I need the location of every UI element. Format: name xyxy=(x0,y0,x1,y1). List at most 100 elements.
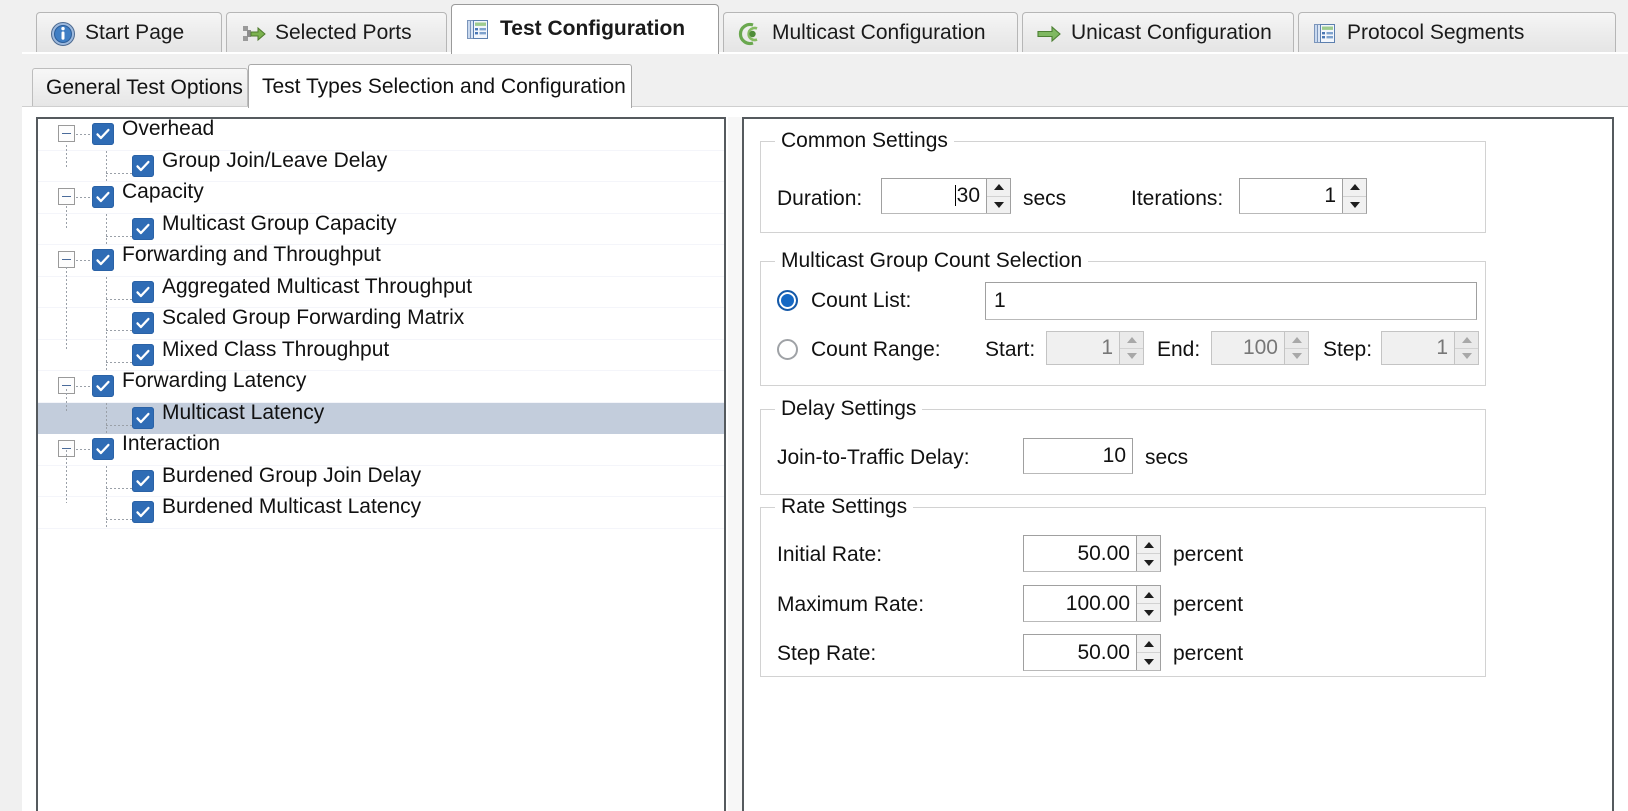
iterations-spinner-up[interactable] xyxy=(1343,179,1366,196)
test-types-tree[interactable]: Overhead Group Join/Leave Delay Capacity Mu… xyxy=(36,117,726,811)
step-rate-spinner-up[interactable] xyxy=(1137,635,1160,652)
duration-spinner[interactable] xyxy=(986,179,1010,213)
tree-connector xyxy=(76,197,90,198)
tree-node-label: Burdened Multicast Latency xyxy=(162,495,422,518)
check-icon xyxy=(136,223,150,234)
panel-splitter[interactable] xyxy=(728,117,742,811)
tree-node-label: Overhead xyxy=(122,117,215,140)
tree-node-label: Multicast Latency xyxy=(162,400,325,424)
tab-test-configuration[interactable]: Test Configuration xyxy=(451,4,719,54)
tree-node-checkbox[interactable] xyxy=(132,217,154,240)
count-list-input[interactable]: 1 xyxy=(985,282,1477,320)
maximum-rate-spinner-up[interactable] xyxy=(1137,586,1160,603)
tree-node-checkbox[interactable] xyxy=(132,154,154,177)
tree-node[interactable]: Multicast Latency xyxy=(38,400,724,434)
collapse-toggle-icon[interactable] xyxy=(58,251,75,268)
step-count-spinner-down[interactable] xyxy=(1455,347,1478,365)
tree-node-checkbox[interactable] xyxy=(92,249,114,271)
step-count-spinner[interactable] xyxy=(1454,332,1478,364)
end-spinner-down[interactable] xyxy=(1285,347,1308,365)
count-list-radio[interactable] xyxy=(777,290,798,311)
arrow-down-icon xyxy=(1349,201,1360,208)
tree-node[interactable]: Burdened Multicast Latency xyxy=(38,495,724,529)
tree-node-checkbox[interactable] xyxy=(92,375,114,397)
tab-unicast-configuration[interactable]: Unicast Configuration xyxy=(1022,12,1294,54)
tree-node[interactable]: Interaction xyxy=(38,432,724,466)
tree-node-checkbox[interactable] xyxy=(132,469,154,492)
tree-node-checkbox[interactable] xyxy=(92,438,114,460)
iterations-spinner[interactable] xyxy=(1342,179,1366,213)
check-icon xyxy=(96,191,110,203)
duration-spinner-down[interactable] xyxy=(987,195,1010,214)
subtab-general-test-options[interactable]: General Test Options xyxy=(32,68,248,106)
tree-node[interactable]: Forwarding Latency xyxy=(38,370,724,403)
tree-node[interactable]: Multicast Group Capacity xyxy=(38,213,724,245)
tree-node-checkbox[interactable] xyxy=(132,280,154,303)
step-count-spinner-up[interactable] xyxy=(1455,332,1478,348)
maximum-rate-spinner-down[interactable] xyxy=(1137,603,1160,621)
duration-label: Duration: xyxy=(777,187,863,210)
initial-rate-input[interactable]: 50.00 xyxy=(1023,535,1161,572)
initial-rate-value: 50.00 xyxy=(1077,541,1130,565)
tree-node-checkbox[interactable] xyxy=(132,312,154,334)
tab-start-page[interactable]: Start Page xyxy=(36,12,222,54)
tree-node[interactable]: Overhead xyxy=(38,119,724,151)
end-input[interactable]: 100 xyxy=(1211,331,1309,365)
initial-rate-spinner-up[interactable] xyxy=(1137,536,1160,553)
start-spinner[interactable] xyxy=(1119,332,1143,364)
step-rate-spinner[interactable] xyxy=(1136,635,1160,670)
iterations-spinner-down[interactable] xyxy=(1343,195,1366,214)
maximum-rate-input[interactable]: 100.00 xyxy=(1023,585,1161,622)
tree-node[interactable]: Mixed Class Throughput xyxy=(38,339,724,371)
step-rate-input[interactable]: 50.00 xyxy=(1023,634,1161,671)
arrow-up-icon xyxy=(993,184,1004,191)
multicast-icon xyxy=(737,21,763,47)
duration-spinner-up[interactable] xyxy=(987,179,1010,196)
test-settings-panel: Common Settings Duration: 30 secs Iterat… xyxy=(742,117,1614,811)
initial-rate-spinner[interactable] xyxy=(1136,536,1160,571)
arrow-up-icon xyxy=(1126,336,1137,343)
collapse-toggle-icon[interactable] xyxy=(58,125,75,142)
tree-node-checkbox[interactable] xyxy=(92,186,114,208)
maximum-rate-spinner[interactable] xyxy=(1136,586,1160,621)
start-input[interactable]: 1 xyxy=(1046,331,1144,365)
tree-node-checkbox[interactable] xyxy=(132,343,154,366)
tree-node[interactable]: Scaled Group Forwarding Matrix xyxy=(38,307,724,340)
tree-node-label: Interaction xyxy=(122,432,221,455)
tree-node[interactable]: Capacity xyxy=(38,181,724,214)
tree-node-checkbox[interactable] xyxy=(132,501,154,523)
tree-connector xyxy=(106,235,132,237)
tree-node-checkbox[interactable] xyxy=(92,123,114,145)
end-spinner[interactable] xyxy=(1284,332,1308,364)
tree-node[interactable]: Forwarding and Throughput xyxy=(38,244,724,277)
stacked-pages-icon xyxy=(1312,21,1338,47)
start-spinner-up[interactable] xyxy=(1120,332,1143,348)
application-window: Start Page Selected Ports Test Configurati… xyxy=(0,0,1628,811)
check-icon xyxy=(136,475,150,486)
tree-connector xyxy=(66,145,67,168)
tree-node-checkbox[interactable] xyxy=(132,406,154,429)
arrow-up-icon xyxy=(1143,640,1154,647)
step-count-input[interactable]: 1 xyxy=(1381,331,1479,365)
end-spinner-up[interactable] xyxy=(1285,332,1308,348)
tree-connector xyxy=(106,519,132,520)
iterations-input[interactable]: 1 xyxy=(1239,178,1367,214)
tab-selected-ports[interactable]: Selected Ports xyxy=(226,12,447,54)
start-spinner-down[interactable] xyxy=(1120,347,1143,365)
tree-node[interactable]: Aggregated Multicast Throughput xyxy=(38,276,724,308)
arrow-up-icon xyxy=(1349,184,1360,191)
step-count-value: 1 xyxy=(1436,336,1448,359)
tab-protocol-segments[interactable]: Protocol Segments xyxy=(1298,12,1616,54)
count-range-radio[interactable] xyxy=(777,339,798,360)
join-delay-input[interactable]: 10 xyxy=(1023,438,1133,474)
subtab-test-types-selection-and-configuration[interactable]: Test Types Selection and Configuration xyxy=(248,64,632,108)
tree-node[interactable]: Group Join/Leave Delay xyxy=(38,150,724,182)
collapse-toggle-icon[interactable] xyxy=(58,188,75,205)
duration-input[interactable]: 30 xyxy=(881,178,1011,214)
port-arrow-icon xyxy=(240,21,266,47)
step-rate-spinner-down[interactable] xyxy=(1137,652,1160,670)
tree-node[interactable]: Burdened Group Join Delay xyxy=(38,465,724,497)
initial-rate-spinner-down[interactable] xyxy=(1137,553,1160,571)
tab-multicast-configuration[interactable]: Multicast Configuration xyxy=(723,12,1018,54)
delay-settings-group: Delay Settings Join-to-Traffic Delay: 10… xyxy=(760,397,1486,495)
